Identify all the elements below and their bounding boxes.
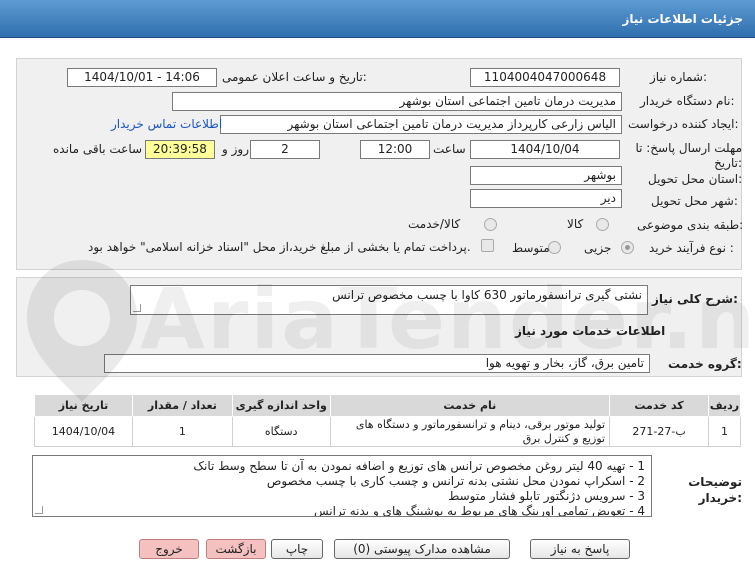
- process-medium-label: متوسط: [512, 241, 550, 255]
- category-goods-radio[interactable]: [596, 218, 609, 231]
- buyer-org-label: نام دستگاه خریدار:: [640, 94, 735, 108]
- exit-button[interactable]: خروج: [139, 539, 199, 559]
- service-group-label: گروه خدمت:: [668, 357, 742, 371]
- buyer-notes-label: توضیحات خریدار:: [688, 475, 742, 505]
- buyer-org-field: مدیریت درمان تامین اجتماعی استان بوشهر: [172, 92, 622, 111]
- city-label: شهر محل تحویل:: [651, 194, 738, 208]
- remaining-time-field: 20:39:58: [145, 140, 215, 159]
- deadline-date-field: 1404/10/04: [470, 140, 620, 159]
- col-header-row: ردیف: [708, 394, 741, 417]
- buyer-notes-textarea: 1 - تهیه 40 لیتر روغن مخصوص ترانس های تو…: [32, 455, 652, 517]
- treasury-checkbox[interactable]: [481, 239, 494, 252]
- buyer-note-line: 2 - اسکراپ نمودن محل نشتی بدنه ترانس و چ…: [266, 474, 645, 488]
- payment-note: پرداخت تمام یا بخشی از مبلغ خرید،از محل …: [88, 240, 471, 254]
- deadline-time-field: 12:00: [360, 140, 430, 159]
- back-button[interactable]: بازگشت: [206, 539, 266, 559]
- buyer-note-line: 4 - تعویض تمامی اورینگ های مربوط به بوشی…: [313, 504, 645, 517]
- deadline-time-label: ساعت: [433, 142, 466, 156]
- col-header-qty: تعداد / مقدار: [131, 394, 233, 417]
- announce-label: تاریخ و ساعت اعلان عمومی:: [222, 70, 367, 84]
- process-minor-label: جزیی: [584, 241, 612, 255]
- buyer-contact-link[interactable]: اطلاعات تماس خریدار: [111, 117, 222, 131]
- col-header-name: نام خدمت: [329, 394, 611, 417]
- remaining-label: ساعت باقی مانده: [53, 142, 143, 156]
- province-field: بوشهر: [470, 166, 622, 185]
- days-field: 2: [250, 140, 320, 159]
- cell-name: تولید موتور برقی، دینام و ترانسفورماتور …: [329, 416, 611, 447]
- description-text: نشتی گیری ترانسفورماتور 630 کاوا با چسب …: [332, 288, 642, 302]
- services-section-title: اطلاعات خدمات مورد نیاز: [515, 324, 666, 338]
- window-title: جزئیات اطلاعات نیاز: [622, 11, 743, 26]
- need-number-label: شماره نیاز:: [650, 70, 708, 84]
- table-header-row: ردیف کد خدمت نام خدمت واحد اندازه گیری ت…: [34, 394, 741, 417]
- process-label: نوع فرآیند خرید :: [649, 241, 734, 255]
- category-goods-service-radio[interactable]: [484, 218, 497, 231]
- creator-field: الیاس زارعی کارپرداز مدیریت درمان تامین …: [220, 115, 622, 134]
- announce-field: 1404/10/01 - 14:06: [67, 68, 217, 87]
- service-group-field: تامین برق، گاز، بخار و تهویه هوا: [104, 354, 650, 373]
- cell-unit: دستگاه: [231, 416, 331, 447]
- province-label: استان محل تحویل:: [648, 172, 743, 186]
- col-header-date: تاریخ نیاز: [34, 394, 133, 417]
- cell-row: 1: [708, 416, 741, 447]
- category-label: طبقه بندی موضوعی:: [637, 218, 744, 232]
- process-minor-radio[interactable]: [621, 241, 634, 254]
- need-number-field: 1104004047000648: [470, 68, 620, 87]
- days-label: روز و: [222, 142, 249, 156]
- resize-grip-icon[interactable]: [35, 506, 43, 514]
- table-row: 1 ب-27-271 تولید موتور برقی، دینام و ترا…: [34, 416, 741, 447]
- col-header-code: کد خدمت: [609, 394, 710, 417]
- cell-date: 1404/10/04: [34, 416, 133, 447]
- description-label: شرح کلی نیاز:: [652, 292, 738, 306]
- view-attachments-button[interactable]: مشاهده مدارک پیوستی (0): [334, 539, 510, 559]
- print-button[interactable]: چاپ: [271, 539, 323, 559]
- deadline-label: مهلت ارسال پاسخ: تا تاریخ:: [635, 141, 742, 170]
- city-field: دیر: [470, 189, 622, 208]
- resize-grip-icon[interactable]: [133, 304, 141, 312]
- description-field: نشتی گیری ترانسفورماتور 630 کاوا با چسب …: [130, 285, 648, 315]
- category-goods-label: کالا: [567, 217, 584, 231]
- creator-label: ایجاد کننده درخواست:: [628, 117, 739, 131]
- buyer-note-line: 3 - سرویس دژنگتور تابلو فشار متوسط: [448, 489, 645, 503]
- category-goods-service-label: کالا/خدمت: [408, 217, 461, 231]
- services-table: ردیف کد خدمت نام خدمت واحد اندازه گیری ت…: [34, 394, 741, 447]
- cell-qty: 1: [131, 416, 233, 447]
- buyer-note-line: 1 - تهیه 40 لیتر روغن مخصوص ترانس های تو…: [193, 459, 645, 473]
- reply-button[interactable]: پاسخ به نیاز: [530, 539, 630, 559]
- col-header-unit: واحد اندازه گیری: [231, 394, 331, 417]
- cell-code: ب-27-271: [609, 416, 710, 447]
- window-title-bar: جزئیات اطلاعات نیاز: [0, 0, 755, 38]
